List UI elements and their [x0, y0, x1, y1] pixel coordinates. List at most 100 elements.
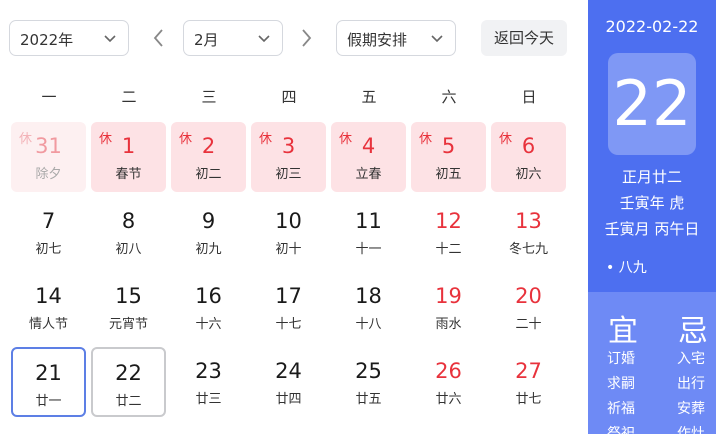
calendar-day-cell[interactable]: 休 2 初二: [171, 122, 246, 192]
day-number: 17: [275, 284, 302, 308]
lunar-label: 初七: [35, 242, 62, 257]
calendar-day-cell[interactable]: 休 6 初六: [491, 122, 566, 192]
calendar-day-cell[interactable]: 22 廿二: [91, 347, 166, 417]
lunar-label: 廿七: [515, 392, 542, 407]
day-number: 5: [441, 134, 456, 158]
ji-heading: 忌: [678, 314, 708, 349]
calendar-day-cell[interactable]: 休 5 初五: [411, 122, 486, 192]
calendar-day-cell[interactable]: 14 情人节: [11, 272, 86, 342]
day-detail-panel: 2022-02-22 22 正月廿二 壬寅年 虎 壬寅月 丙午日 • 八九 宜 …: [588, 0, 716, 442]
calendar-day-cell[interactable]: 20 二十: [491, 272, 566, 342]
day-number: 21: [35, 361, 62, 385]
calendar-day-cell[interactable]: 休 4 立春: [331, 122, 406, 192]
day-number: 31: [35, 134, 62, 158]
day-number: 4: [361, 134, 376, 158]
lunar-label: 初八: [115, 242, 142, 257]
day-number: 2: [201, 134, 216, 158]
lunar-label: 情人节: [28, 317, 68, 332]
calendar-day-cell[interactable]: 19 雨水: [411, 272, 486, 342]
lunar-label: 十八: [355, 317, 382, 332]
calendar-day-cell[interactable]: 休 31 除夕: [11, 122, 86, 192]
calendar-day-cell[interactable]: 9 初九: [171, 197, 246, 267]
ji-item: 入宅: [677, 351, 705, 367]
lunar-label: 除夕: [35, 167, 62, 182]
calendar-day-cell[interactable]: 26 廿六: [411, 347, 486, 417]
calendar-day-cell[interactable]: 25 廿五: [331, 347, 406, 417]
day-number: 18: [355, 284, 382, 308]
lunar-label: 二十: [515, 317, 542, 332]
lunar-label: 廿四: [275, 392, 302, 407]
yi-ji-section: 宜 忌 订婚 求嗣 祈福 祭祀 入宅 出行 安葬 作灶: [588, 292, 716, 442]
day-number: 11: [355, 209, 382, 233]
day-number: 6: [521, 134, 536, 158]
month-day-ganzhi: 壬寅月 丙午日: [604, 220, 700, 238]
day-number: 24: [275, 359, 302, 383]
day-number: 19: [435, 284, 462, 308]
lunar-label: 元宵节: [108, 317, 148, 332]
calendar-day-cell[interactable]: 11 十一: [331, 197, 406, 267]
nine-period: • 八九: [606, 260, 647, 276]
calendar-day-cell[interactable]: 休 3 初三: [251, 122, 326, 192]
day-number: 12: [435, 209, 462, 233]
selected-date: 2022-02-22: [605, 17, 699, 36]
lunar-label: 春节: [115, 167, 142, 182]
day-number: 9: [201, 209, 216, 233]
lunar-label: 廿六: [435, 392, 462, 407]
calendar-day-cell[interactable]: 8 初八: [91, 197, 166, 267]
lunar-label: 立春: [355, 167, 382, 182]
day-number: 13: [515, 209, 542, 233]
day-number: 3: [281, 134, 296, 158]
day-number: 26: [435, 359, 462, 383]
lunar-label: 雨水: [435, 317, 462, 332]
calendar-day-cell[interactable]: 13 冬七九: [491, 197, 566, 267]
day-number: 20: [515, 284, 542, 308]
calendar-day-cell[interactable]: 27 廿七: [491, 347, 566, 417]
lunar-label: 廿三: [195, 392, 222, 407]
yi-item: 订婚: [607, 351, 635, 367]
calendar-day-cell[interactable]: 12 十二: [411, 197, 486, 267]
calendar-day-cell[interactable]: 15 元宵节: [91, 272, 166, 342]
day-number: 1: [121, 134, 136, 158]
big-day-number: 22: [608, 53, 696, 155]
yi-item: 祈福: [607, 401, 635, 417]
lunar-label: 初二: [195, 167, 222, 182]
day-number: 14: [35, 284, 62, 308]
lunar-label: 廿二: [115, 394, 142, 409]
calendar-day-cell[interactable]: 休 1 春节: [91, 122, 166, 192]
calendar-day-cell[interactable]: 18 十八: [331, 272, 406, 342]
ji-item: 出行: [677, 376, 705, 392]
day-number: 16: [195, 284, 222, 308]
day-number: 15: [115, 284, 142, 308]
day-number: 25: [355, 359, 382, 383]
year-ganzhi: 壬寅年 虎: [619, 194, 685, 212]
lunar-label: 廿一: [35, 394, 62, 409]
lunar-label: 初三: [275, 167, 302, 182]
yi-item: 求嗣: [607, 376, 635, 392]
day-number: 23: [195, 359, 222, 383]
lunar-label: 初六: [515, 167, 542, 182]
lunar-date: 正月廿二: [621, 168, 682, 186]
calendar-day-cell[interactable]: 17 十七: [251, 272, 326, 342]
day-number: 10: [275, 209, 302, 233]
calendar-day-cell[interactable]: 16 十六: [171, 272, 246, 342]
calendar-day-cell[interactable]: 24 廿四: [251, 347, 326, 417]
calendar-day-cell[interactable]: 7 初七: [11, 197, 86, 267]
day-number: 22: [115, 361, 142, 385]
ji-item: 安葬: [677, 401, 705, 417]
lunar-label: 廿五: [355, 392, 382, 407]
lunar-label: 初五: [435, 167, 462, 182]
calendar-day-cell[interactable]: 23 廿三: [171, 347, 246, 417]
lunar-label: 冬七九: [508, 242, 548, 257]
calendar-day-cell[interactable]: 21 廿一: [11, 347, 86, 417]
lunar-label: 初十: [275, 242, 302, 257]
lunar-label: 十一: [355, 242, 382, 257]
ji-item: 作灶: [677, 426, 705, 442]
day-number: 8: [121, 209, 136, 233]
calendar-grid: 休 31 除夕休 1 春节休 2 初二休 3 初三休 4 立春休 5 初五休 6 初六 7 初七 8 初八 9 初九 10…: [0, 0, 588, 434]
day-number: 7: [41, 209, 56, 233]
day-number: 27: [515, 359, 542, 383]
lunar-label: 十二: [435, 242, 462, 257]
lunar-label: 十七: [275, 317, 302, 332]
yi-heading: 宜: [608, 314, 638, 349]
calendar-day-cell[interactable]: 10 初十: [251, 197, 326, 267]
